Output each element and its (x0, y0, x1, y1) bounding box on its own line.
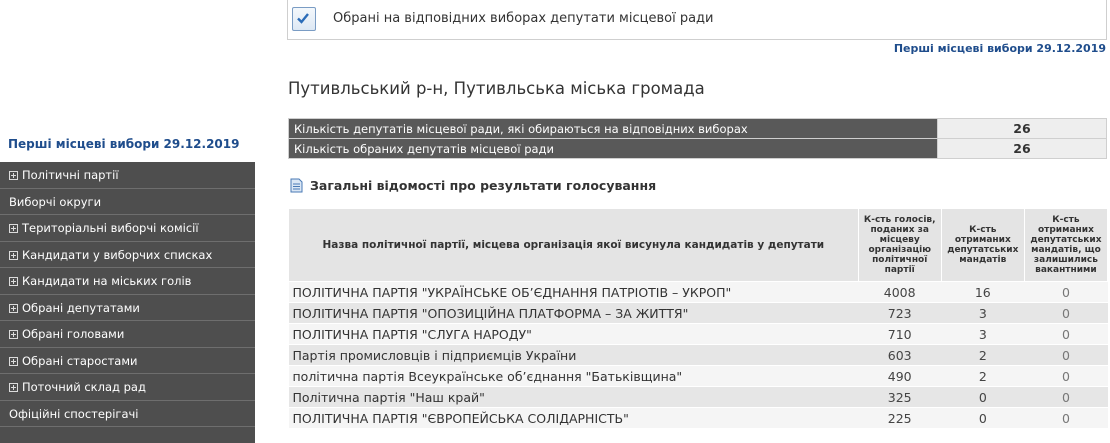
sidebar-item-label: Територіальні виборчі комісії (22, 221, 199, 235)
col-header-party: Назва політичної партії, місцева організ… (288, 208, 859, 282)
sidebar-item-label: Обрані головами (22, 327, 125, 341)
cell-votes: 225 (858, 407, 942, 429)
summary-value: 26 (937, 138, 1107, 159)
cell-vacant: 0 (1024, 323, 1108, 345)
cell-vacant: 0 (1024, 302, 1108, 324)
sidebar-menu: Політичні партії Виборчі округи Територіал… (0, 162, 255, 443)
election-link[interactable]: Перші місцеві вибори 29.12.2019 (894, 42, 1106, 55)
sidebar-item[interactable]: Обрані старостами (0, 348, 255, 374)
cell-party: ПОЛІТИЧНА ПАРТІЯ "СЛУГА НАРОДУ" (288, 323, 859, 345)
col-header-mandates: К-сть отриманих депутатських мандатів (940, 208, 1025, 282)
expand-icon[interactable] (9, 250, 18, 260)
summary-label: Кількість депутатів місцевої ради, які о… (288, 118, 938, 139)
sidebar-item[interactable]: Обрані головами (0, 321, 255, 348)
cell-vacant: 0 (1024, 344, 1108, 366)
sidebar-item[interactable]: Політичні партії (0, 162, 255, 189)
cell-mandates: 0 (941, 386, 1025, 408)
expand-icon[interactable] (9, 171, 18, 180)
cell-votes: 490 (858, 365, 942, 387)
sidebar-item-label: Виборчі округи (9, 194, 102, 209)
cell-votes: 723 (858, 302, 942, 324)
cell-mandates: 2 (941, 344, 1025, 366)
sidebar-item-label: Поточний склад рад (22, 380, 146, 394)
results-body: ПОЛІТИЧНА ПАРТІЯ "УКРАЇНСЬКЕ ОБ’ЄДНАННЯ … (288, 281, 1108, 429)
sidebar-item[interactable]: Кандидати на міських голів (0, 268, 255, 295)
cell-party: політична партія Всеукраїнське об’єднанн… (288, 365, 859, 387)
page-title: Обрані на відповідних виборах депутати м… (333, 11, 714, 26)
summary-value: 26 (937, 118, 1107, 139)
sidebar-title[interactable]: Перші місцеві вибори 29.12.2019 (8, 137, 239, 151)
summary-label: Кількість обраних депутатів місцевої рад… (288, 138, 938, 159)
sidebar-item-label: Обрані старостами (22, 353, 138, 368)
cell-mandates: 16 (941, 281, 1025, 303)
cell-party: Політична партія "Наш край" (288, 386, 859, 408)
cell-votes: 4008 (858, 281, 942, 303)
sidebar-item-label: Кандидати на міських голів (22, 274, 192, 288)
results-table: Назва політичної партії, місцева організ… (288, 208, 1109, 429)
sidebar-item[interactable]: Територіальні виборчі комісії (0, 215, 255, 242)
results-row: політична партія Всеукраїнське об’єднанн… (288, 365, 1108, 387)
col-header-votes: К-сть голосів, поданих за місцеву органі… (857, 208, 942, 282)
expand-icon[interactable] (9, 224, 18, 233)
cell-votes: 603 (858, 344, 942, 366)
cell-party: ПОЛІТИЧНА ПАРТІЯ "УКРАЇНСЬКЕ ОБ’ЄДНАННЯ … (288, 281, 859, 303)
checkbox-icon (292, 7, 316, 31)
sidebar-item[interactable]: Кандидати у виборчих списках (0, 242, 255, 268)
cell-mandates: 0 (941, 407, 1025, 429)
sidebar-item[interactable]: Поточний склад рад (0, 374, 255, 401)
results-row: Партія промисловців і підприємців Україн… (288, 344, 1108, 366)
results-row: ПОЛІТИЧНА ПАРТІЯ "СЛУГА НАРОДУ" 710 3 0 (288, 323, 1108, 345)
sidebar-item-label: Офіційні спостерігачі (9, 406, 139, 421)
cell-mandates: 3 (941, 302, 1025, 324)
expand-icon[interactable] (9, 383, 18, 392)
section-title-text: Загальні відомості про результати голосу… (310, 178, 657, 193)
results-row: ПОЛІТИЧНА ПАРТІЯ "ОПОЗИЦІЙНА ПЛАТФОРМА –… (288, 302, 1108, 324)
region-title: Путивльський р-н, Путивльська міська гро… (288, 79, 705, 98)
cell-mandates: 3 (941, 323, 1025, 345)
sidebar-item-label: Кандидати у виборчих списках (22, 247, 213, 262)
results-row: Політична партія "Наш край" 325 0 0 (288, 386, 1108, 408)
sidebar: Перші місцеві вибори 29.12.2019 Політичн… (0, 0, 255, 443)
sidebar-item-label: Обрані депутатами (22, 300, 140, 315)
sidebar-item[interactable]: Обрані депутатами (0, 295, 255, 321)
page-header: Обрані на відповідних виборах депутати м… (287, 0, 1107, 40)
expand-icon[interactable] (9, 303, 18, 313)
cell-mandates: 2 (941, 365, 1025, 387)
cell-vacant: 0 (1024, 365, 1108, 387)
document-icon (290, 178, 303, 196)
col-header-vacant: К-сть отриманих депутатських мандатів, щ… (1023, 208, 1109, 282)
expand-icon[interactable] (9, 277, 18, 286)
cell-party: Партія промисловців і підприємців Україн… (288, 344, 859, 366)
cell-vacant: 0 (1024, 386, 1108, 408)
cell-party: ПОЛІТИЧНА ПАРТІЯ "ЄВРОПЕЙСЬКА СОЛІДАРНІС… (288, 407, 859, 429)
sidebar-item[interactable]: Офіційні спостерігачі (0, 401, 255, 427)
expand-icon[interactable] (9, 330, 18, 339)
results-row: ПОЛІТИЧНА ПАРТІЯ "УКРАЇНСЬКЕ ОБ’ЄДНАННЯ … (288, 281, 1108, 303)
summary-table: Кількість депутатів місцевої ради, які о… (288, 118, 1107, 159)
summary-row: Кількість обраних депутатів місцевої рад… (288, 138, 1107, 159)
cell-party: ПОЛІТИЧНА ПАРТІЯ "ОПОЗИЦІЙНА ПЛАТФОРМА –… (288, 302, 859, 324)
cell-votes: 710 (858, 323, 942, 345)
results-header-row: Назва політичної партії, місцева організ… (288, 208, 1109, 282)
cell-votes: 325 (858, 386, 942, 408)
results-row: ПОЛІТИЧНА ПАРТІЯ "ЄВРОПЕЙСЬКА СОЛІДАРНІС… (288, 407, 1108, 429)
section-title: Загальні відомості про результати голосу… (290, 178, 656, 196)
expand-icon[interactable] (9, 356, 18, 366)
cell-vacant: 0 (1024, 407, 1108, 429)
sidebar-item-label: Політичні партії (22, 168, 119, 182)
summary-row: Кількість депутатів місцевої ради, які о… (288, 118, 1107, 139)
sidebar-item[interactable]: Виборчі округи (0, 189, 255, 215)
cell-vacant: 0 (1024, 281, 1108, 303)
